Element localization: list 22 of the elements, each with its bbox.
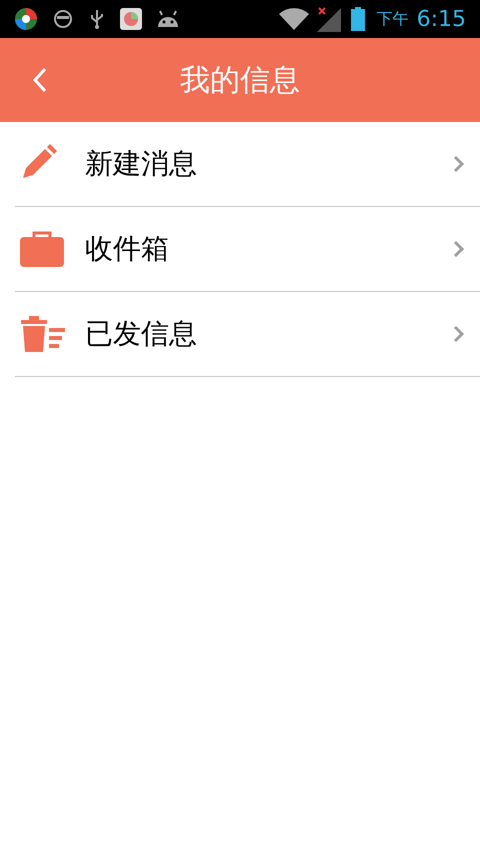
chevron-icon [453,155,465,173]
app-icon [14,7,38,31]
menu-label: 收件箱 [85,231,169,267]
menu-item[interactable]: 收件箱 [15,207,480,292]
page-title: 我的信息 [180,62,300,98]
battery-icon [350,7,365,31]
back-icon [32,67,48,93]
menu-label: 已发信息 [85,316,197,352]
usb-icon [88,8,106,30]
chevron-icon [453,325,465,343]
time-period: 下午 [376,8,409,30]
signal-icon [316,6,343,32]
clock: 6:15 [416,6,466,34]
menu-item[interactable]: 已发信息 [15,292,480,377]
app-icon [120,8,142,30]
chevron-icon [453,240,465,258]
briefcase-icon [19,229,65,269]
menu-label: 新建消息 [85,146,197,182]
android-icon [156,9,180,29]
wifi-icon [278,8,309,30]
trash-icon [19,314,65,354]
menu-item[interactable]: 新建消息 [15,122,480,207]
